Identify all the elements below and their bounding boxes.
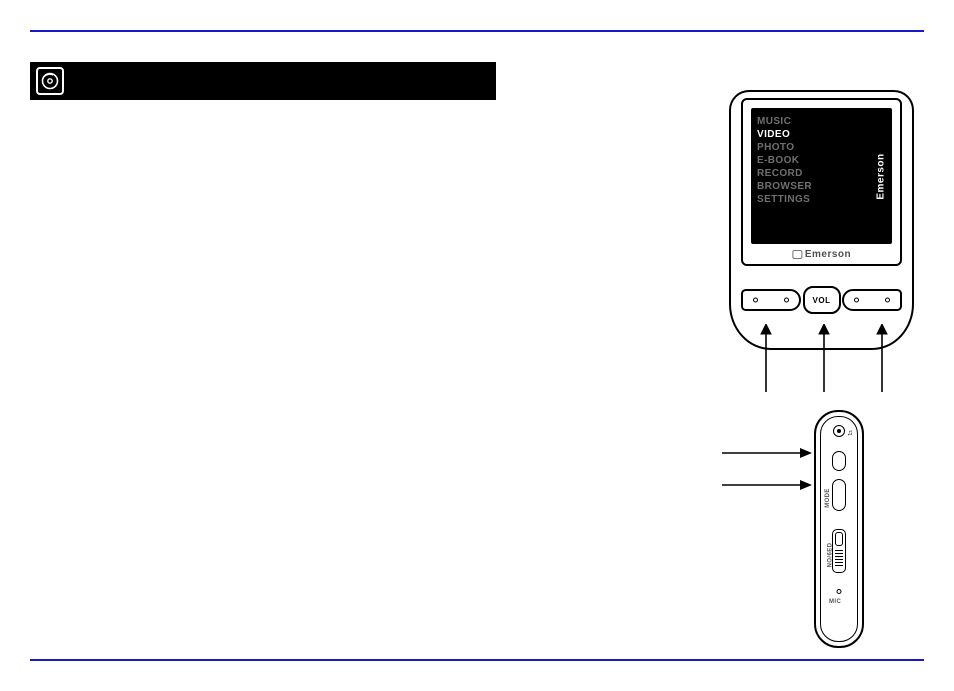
arrow-indicator-icon <box>875 324 889 392</box>
device-screen: MUSICVIDEOPHOTOE-BOOKRECORDBROWSERSETTIN… <box>751 108 892 244</box>
disc-icon <box>36 67 64 95</box>
screen-menu: MUSICVIDEOPHOTOE-BOOKRECORDBROWSERSETTIN… <box>751 108 870 244</box>
arrow-indicator-icon <box>817 324 831 392</box>
brand-icon <box>792 250 802 259</box>
arrow-indicator-icon <box>722 446 812 460</box>
mode-label: MODE <box>825 488 831 508</box>
hold-switch <box>832 529 846 573</box>
brand-badge: Emerson <box>792 249 851 260</box>
device-controls: VOL <box>741 280 902 324</box>
brand-text: Emerson <box>805 249 851 260</box>
device-side-body: ♫ MODE NO/6ED MIC <box>820 416 858 642</box>
mic-hole-icon <box>837 589 842 594</box>
mode-button-side <box>832 479 846 511</box>
headphone-jack-icon <box>833 425 845 437</box>
device-front-illustration: MUSICVIDEOPHOTOE-BOOKRECORDBROWSERSETTIN… <box>729 90 914 350</box>
device-bezel: MUSICVIDEOPHOTOE-BOOKRECORDBROWSERSETTIN… <box>741 98 902 266</box>
arrow-indicator-icon <box>722 478 812 492</box>
headphone-icon: ♫ <box>847 428 853 437</box>
arrow-indicator-icon <box>759 324 773 392</box>
right-control-button <box>842 289 902 311</box>
mic-label: MIC <box>829 599 841 605</box>
play-button-side <box>832 451 846 471</box>
divider-top <box>30 30 924 32</box>
menu-item: BROWSER <box>757 181 864 193</box>
menu-item: SETTINGS <box>757 194 864 206</box>
screen-side-brand: Emerson <box>870 108 892 244</box>
device-side-illustration: ♫ MODE NO/6ED MIC <box>814 410 864 648</box>
menu-item: RECORD <box>757 168 864 180</box>
menu-item: E-BOOK <box>757 155 864 167</box>
menu-item: VIDEO <box>757 129 864 141</box>
divider-bottom <box>30 659 924 661</box>
vol-button: VOL <box>803 286 841 314</box>
menu-item: PHOTO <box>757 142 864 154</box>
menu-item: MUSIC <box>757 116 864 128</box>
switch-label: NO/6ED <box>827 543 833 568</box>
left-control-button <box>741 289 801 311</box>
section-header <box>30 62 496 100</box>
